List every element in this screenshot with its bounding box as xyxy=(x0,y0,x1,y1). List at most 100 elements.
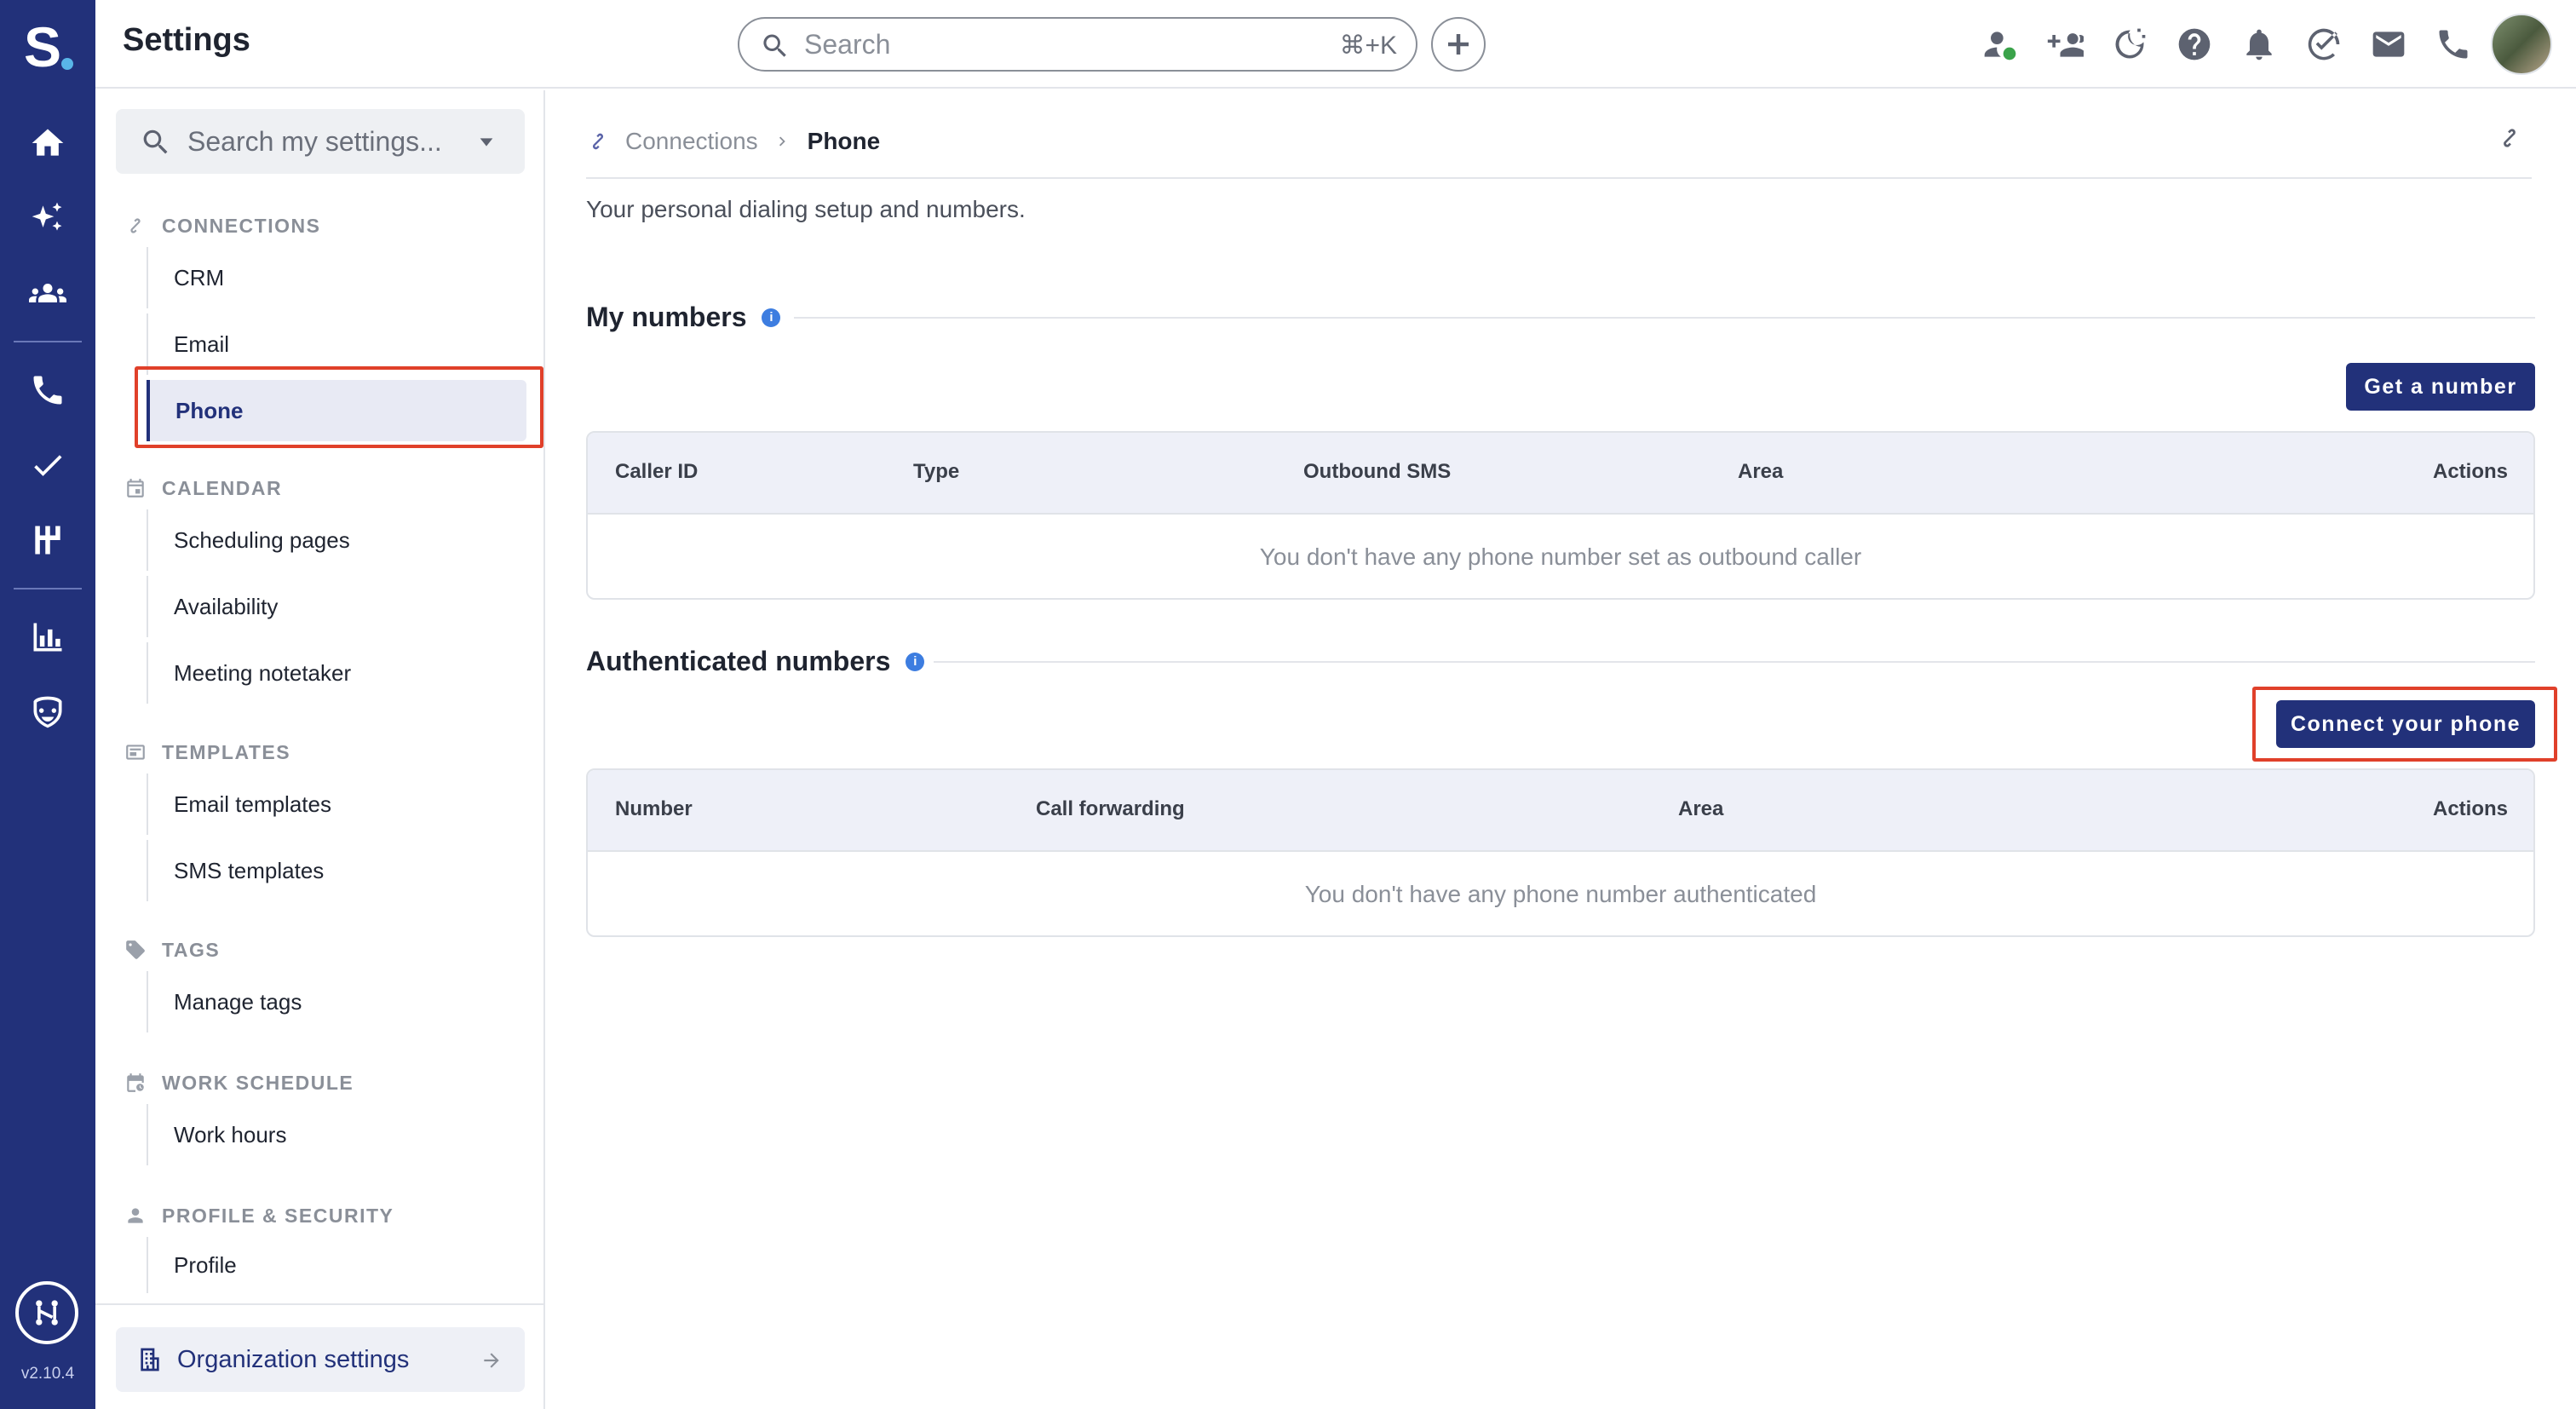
top-bar: Settings ⌘+K xyxy=(95,0,2576,89)
check-icon[interactable] xyxy=(20,438,75,492)
sidebar-item-availability[interactable]: Availability xyxy=(147,576,528,637)
column-area[interactable]: Area xyxy=(1738,460,1783,484)
column-area[interactable]: Area xyxy=(1678,797,1723,821)
user-status-icon[interactable] xyxy=(1980,24,2021,65)
dialer-icon[interactable] xyxy=(20,513,75,567)
sidebar-item-manage-tags[interactable]: Manage tags xyxy=(147,971,528,1032)
highlight-box xyxy=(2252,687,2557,762)
table-header: Number Call forwarding Area Actions xyxy=(588,770,2533,852)
create-new-button[interactable] xyxy=(1431,17,1486,72)
breadcrumb-divider xyxy=(586,177,2532,179)
calendar-icon xyxy=(127,479,144,497)
empty-state: You don't have any phone number authenti… xyxy=(1304,881,1817,907)
section-title: WORK SCHEDULE xyxy=(162,1071,354,1094)
help-icon[interactable] xyxy=(2174,24,2215,65)
section-title: TAGS xyxy=(162,938,221,961)
column-call-forwarding[interactable]: Call forwarding xyxy=(1036,797,1185,821)
tag-icon xyxy=(126,940,145,959)
authenticated-numbers-title: Authenticated numbers i xyxy=(586,646,925,677)
sparkles-icon[interactable] xyxy=(20,191,75,245)
main-content: Connections Phone Your personal dialing … xyxy=(547,90,2576,1409)
template-icon xyxy=(126,745,145,760)
table-header: Caller ID Type Outbound SMS Area Actions xyxy=(588,433,2533,515)
home-icon[interactable] xyxy=(20,116,75,170)
bell-icon[interactable] xyxy=(2239,24,2280,65)
section-connections: CONNECTIONS xyxy=(124,213,320,239)
breadcrumb: Connections Phone xyxy=(586,124,880,158)
section-calendar: CALENDAR xyxy=(124,475,282,501)
app-logo[interactable]: S xyxy=(24,17,75,77)
section-divider xyxy=(794,317,2535,319)
caret-down-icon[interactable] xyxy=(477,133,496,152)
sidebar-divider xyxy=(95,1303,543,1305)
column-outbound-sms[interactable]: Outbound SMS xyxy=(1303,460,1451,484)
section-templates: TEMPLATES xyxy=(124,739,290,765)
column-number[interactable]: Number xyxy=(615,797,693,821)
chevron-right-icon xyxy=(779,136,785,147)
highlight-box xyxy=(135,366,543,448)
sidebar-item-email-templates[interactable]: Email templates xyxy=(147,774,528,835)
section-title: CALENDAR xyxy=(162,476,283,499)
authenticated-numbers-label: Authenticated numbers xyxy=(586,646,891,676)
get-a-number-button[interactable]: Get a number xyxy=(2346,363,2535,411)
team-icon[interactable] xyxy=(20,266,75,320)
breadcrumb-parent[interactable]: Connections xyxy=(625,128,758,155)
my-numbers-table: Caller ID Type Outbound SMS Area Actions… xyxy=(586,431,2535,600)
sidebar-item-profile[interactable]: Profile xyxy=(147,1237,528,1293)
integrations-icon[interactable] xyxy=(15,1281,78,1344)
sidebar-item-meeting-notetaker[interactable]: Meeting notetaker xyxy=(147,642,528,704)
global-search[interactable]: ⌘+K xyxy=(738,17,1417,72)
arrow-right-icon xyxy=(484,1353,499,1368)
sidebar-item-sms-templates[interactable]: SMS templates xyxy=(147,840,528,901)
page-title: Settings xyxy=(123,22,250,58)
left-rail: S v2.10.4 xyxy=(0,0,95,1409)
section-profile-security: PROFILE & SECURITY xyxy=(124,1203,394,1228)
my-numbers-label: My numbers xyxy=(586,302,747,332)
section-divider xyxy=(934,661,2535,663)
rail-divider xyxy=(14,588,82,589)
phone-icon[interactable] xyxy=(2433,24,2474,65)
authenticated-numbers-table: Number Call forwarding Area Actions You … xyxy=(586,768,2535,937)
app-version: v2.10.4 xyxy=(20,1365,75,1383)
column-type[interactable]: Type xyxy=(913,460,959,484)
section-title: PROFILE & SECURITY xyxy=(162,1204,394,1227)
sidebar-item-work-hours[interactable]: Work hours xyxy=(147,1104,528,1165)
avatar[interactable] xyxy=(2491,14,2552,75)
page-description: Your personal dialing setup and numbers. xyxy=(586,196,1026,222)
search-icon xyxy=(763,34,786,57)
global-search-input[interactable] xyxy=(804,27,1281,61)
column-actions: Actions xyxy=(2432,797,2508,820)
settings-search-input[interactable] xyxy=(187,124,469,158)
info-icon[interactable]: i xyxy=(906,652,925,671)
sidebar-item-crm[interactable]: CRM xyxy=(147,247,528,308)
breadcrumb-current: Phone xyxy=(807,128,881,154)
section-tags: TAGS xyxy=(124,937,220,963)
info-icon[interactable]: i xyxy=(762,308,781,327)
schedule-icon xyxy=(127,1073,144,1092)
column-caller-id[interactable]: Caller ID xyxy=(615,460,698,484)
link-icon xyxy=(130,218,141,233)
settings-search[interactable] xyxy=(116,109,525,174)
tasks-icon[interactable] xyxy=(2303,24,2344,65)
column-actions: Actions xyxy=(2432,460,2508,483)
settings-sidebar: CONNECTIONS CRM Email Phone CALENDAR Sch… xyxy=(95,90,545,1409)
rail-divider xyxy=(14,341,82,342)
section-title: CONNECTIONS xyxy=(162,214,321,237)
sidebar-item-scheduling-pages[interactable]: Scheduling pages xyxy=(147,509,528,571)
mask-icon[interactable] xyxy=(20,685,75,739)
phone-icon[interactable] xyxy=(20,363,75,417)
organization-settings-button[interactable]: Organization settings xyxy=(116,1327,525,1392)
mail-icon[interactable] xyxy=(2368,24,2409,65)
empty-state: You don't have any phone number set as o… xyxy=(1259,543,1862,570)
building-icon xyxy=(141,1348,159,1372)
copy-link-icon[interactable] xyxy=(2496,124,2527,155)
do-not-disturb-icon[interactable] xyxy=(2109,24,2150,65)
my-numbers-title: My numbers i xyxy=(586,302,781,333)
person-icon xyxy=(128,1208,143,1223)
add-team-icon[interactable] xyxy=(2044,24,2085,65)
bar-chart-icon[interactable] xyxy=(20,610,75,664)
plus-icon xyxy=(1448,34,1469,55)
search-shortcut: ⌘+K xyxy=(1339,32,1397,60)
link-icon xyxy=(592,133,604,150)
search-icon xyxy=(143,129,168,154)
